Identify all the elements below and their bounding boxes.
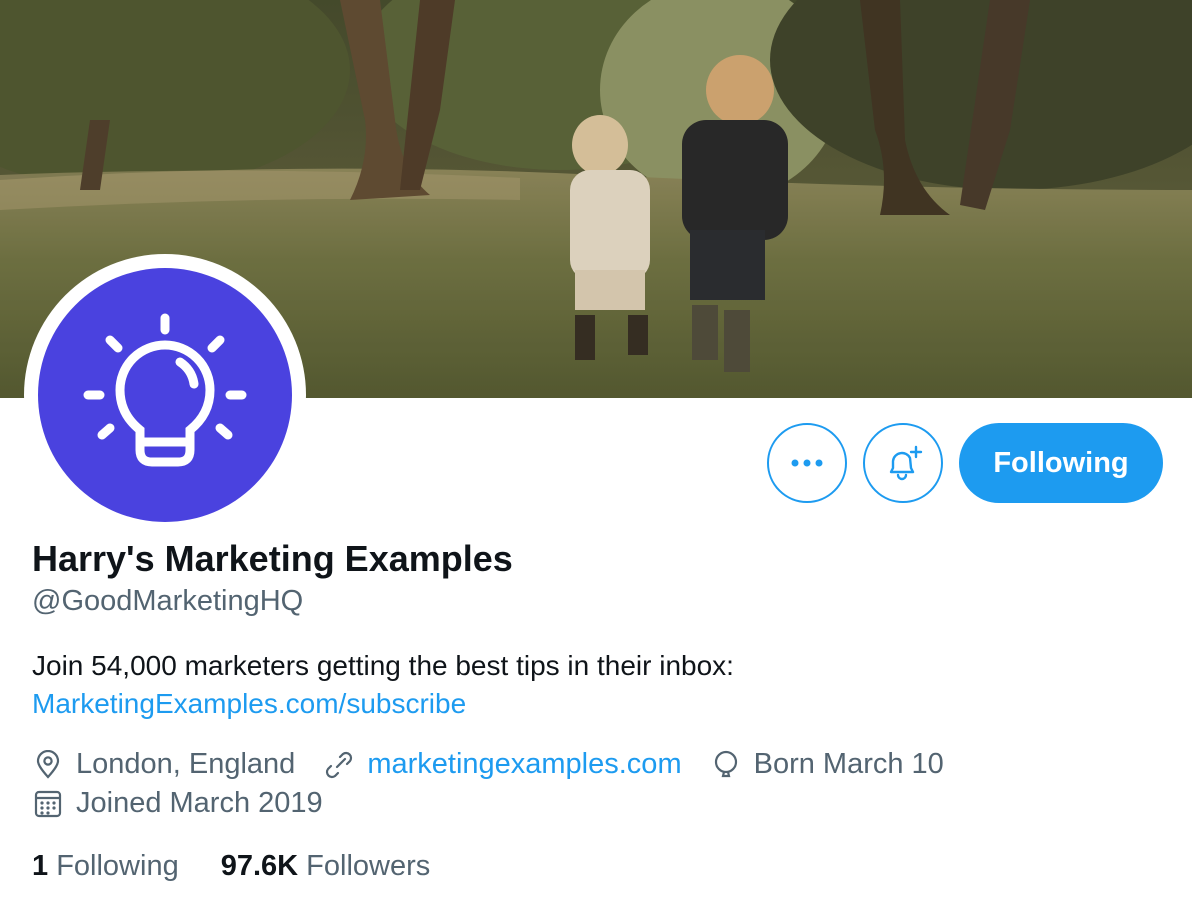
more-button[interactable]	[767, 423, 847, 503]
following-stat[interactable]: 1 Following	[32, 850, 179, 883]
notifications-button[interactable]	[863, 423, 943, 503]
joined-item: Joined March 2019	[32, 787, 323, 820]
following-button[interactable]: Following	[959, 423, 1163, 503]
more-dots-icon	[791, 459, 823, 467]
followers-stat[interactable]: 97.6K Followers	[221, 850, 431, 883]
website-link[interactable]: marketingexamples.com	[367, 748, 681, 781]
link-icon	[323, 749, 355, 781]
avatar-image	[38, 268, 292, 522]
profile-actions: Following	[767, 423, 1163, 503]
joined-text: Joined March 2019	[76, 787, 323, 819]
bell-plus-icon	[889, 445, 923, 481]
website-item: marketingexamples.com	[323, 748, 682, 781]
calendar-icon	[32, 788, 64, 820]
profile-handle: @GoodMarketingHQ	[32, 585, 304, 617]
bio-text: Join 54,000 marketers getting the best t…	[32, 650, 734, 681]
birthday-text: Born March 10	[753, 748, 944, 780]
followers-count: 97.6K	[220, 850, 299, 882]
lightbulb-icon	[83, 313, 247, 467]
profile-meta-row: London, England marketingexamples.com Bo…	[32, 748, 972, 781]
profile-stats: 1 Following 97.6K Followers	[32, 850, 472, 883]
location-item: London, England	[32, 748, 295, 781]
profile-name: Harry's Marketing Examples	[32, 538, 513, 579]
following-label: Following	[56, 850, 179, 882]
followers-label: Followers	[306, 850, 431, 882]
profile-bio: Join 54,000 marketers getting the best t…	[32, 647, 1152, 723]
balloon-icon	[710, 749, 742, 781]
profile-meta-row-2: Joined March 2019	[32, 787, 351, 820]
birthday-item: Born March 10	[710, 748, 944, 781]
profile-avatar[interactable]	[24, 254, 306, 536]
following-count: 1	[32, 850, 49, 882]
location-text: London, England	[76, 748, 296, 780]
bio-subscribe-link[interactable]: MarketingExamples.com/subscribe	[32, 685, 1152, 723]
location-pin-icon	[32, 749, 64, 781]
